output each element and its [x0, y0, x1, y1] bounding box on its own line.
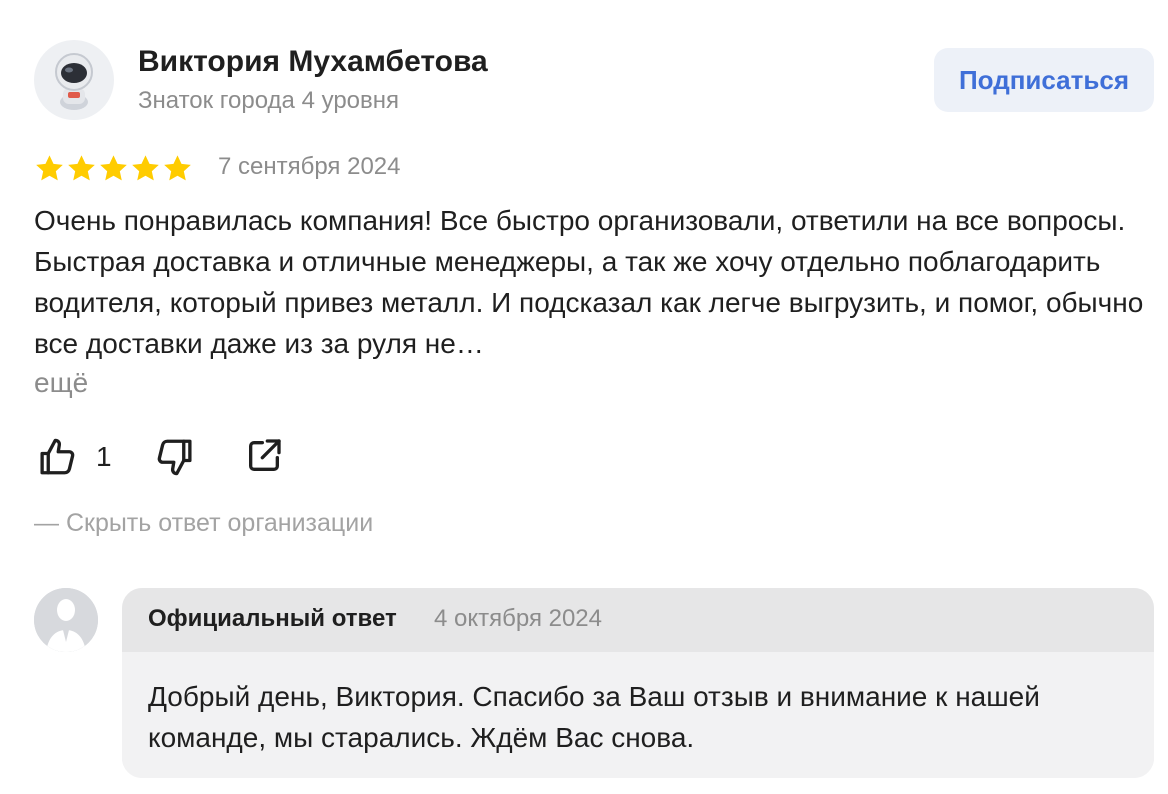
review-text: Очень понравилась компания! Все быстро о… [34, 205, 1144, 359]
subscribe-button[interactable]: Подписаться [934, 48, 1154, 112]
star-icon [132, 154, 159, 180]
rating-stars [34, 150, 193, 186]
astronaut-icon [55, 53, 93, 110]
author-avatar[interactable] [34, 40, 114, 120]
org-reply-title: Официальный ответ [148, 605, 397, 632]
dislike-button[interactable] [154, 436, 196, 478]
share-icon [249, 439, 281, 471]
org-avatar [34, 588, 98, 652]
hide-org-reply-link[interactable]: — Скрыть ответ организации [34, 506, 373, 540]
author-name[interactable]: Виктория Мухамбетова [138, 44, 488, 80]
share-button[interactable] [244, 436, 284, 476]
author-level: Знаток города 4 уровня [138, 87, 400, 114]
org-reply-text: Добрый день, Виктория. Спасибо за Ваш от… [148, 681, 1040, 753]
star-icon [164, 154, 191, 180]
org-reply-header: Официальный ответ 4 октября 2024 [122, 588, 1154, 652]
thumbs-down-icon [157, 439, 192, 476]
like-button[interactable]: 1 [36, 436, 112, 478]
person-silhouette-icon [34, 588, 98, 652]
star-icon [68, 154, 95, 180]
star-icon [36, 154, 63, 180]
star-icon [100, 154, 127, 180]
more-link[interactable]: ещё [34, 362, 88, 403]
org-reply-body: Добрый день, Виктория. Спасибо за Ваш от… [122, 652, 1154, 778]
like-count: 1 [96, 441, 112, 472]
org-reply: Официальный ответ 4 октября 2024 Добрый … [122, 588, 1154, 778]
thumbs-up-icon [40, 438, 75, 475]
org-reply-date: 4 октября 2024 [434, 605, 602, 632]
review-date: 7 сентября 2024 [218, 153, 401, 180]
